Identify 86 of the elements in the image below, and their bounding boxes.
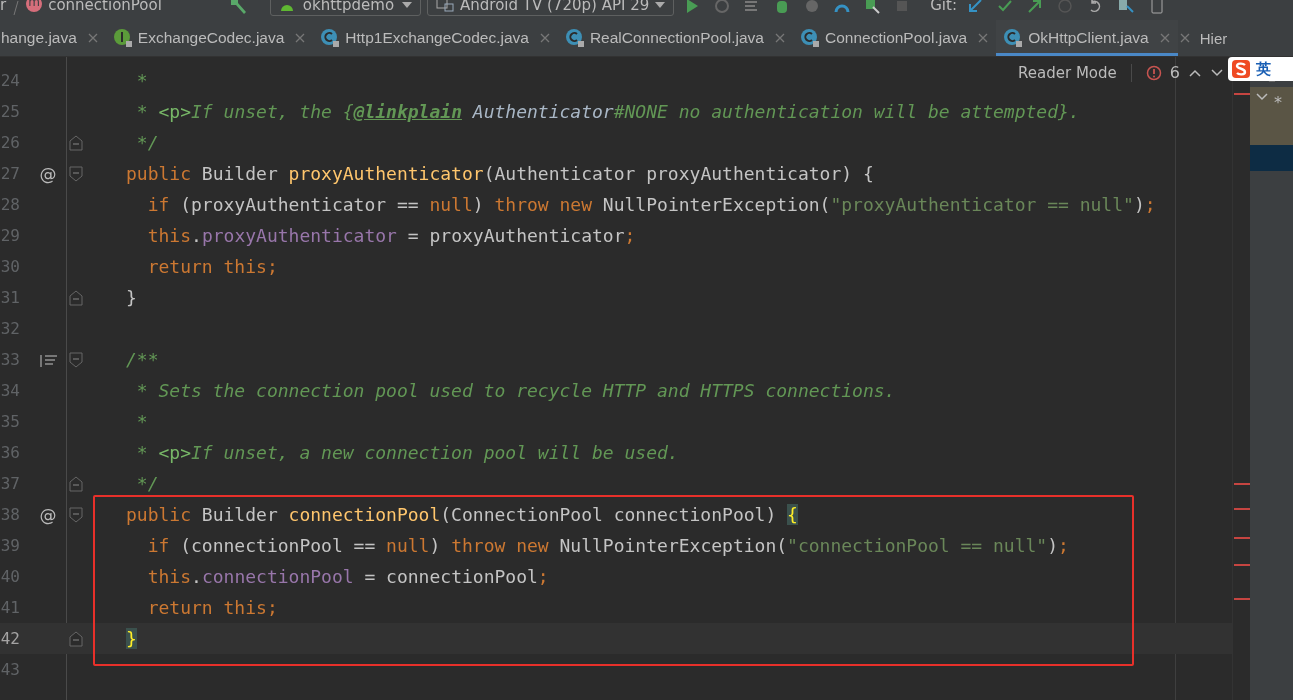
fold-icon[interactable] bbox=[69, 134, 83, 151]
code-line: * bbox=[135, 411, 148, 432]
check-icon[interactable] bbox=[996, 0, 1013, 14]
code-line: * <p>If unset, the {@linkplain Authenticator#NONE no authentication will be attempted}. bbox=[135, 101, 1080, 122]
editor-tab[interactable]: ExchangeCodec.java bbox=[105, 20, 314, 56]
line-number: 31 bbox=[0, 288, 20, 307]
close-icon[interactable] bbox=[978, 33, 989, 43]
close-icon[interactable] bbox=[295, 33, 306, 43]
close-icon[interactable] bbox=[539, 33, 550, 43]
error-count[interactable]: 6 bbox=[1169, 63, 1180, 82]
code-line: if (proxyAuthenticator == null) throw new NullPointerException("proxyAuthenticator == null"); bbox=[146, 194, 1156, 215]
sogou-s-icon bbox=[1232, 60, 1250, 78]
code-line: this.connectionPool = connectionPool; bbox=[146, 566, 549, 587]
editor-tab[interactable]: Http1ExchangeCodec.java bbox=[313, 20, 558, 56]
push-arrow-icon[interactable] bbox=[1026, 0, 1043, 14]
line-number: 29 bbox=[0, 226, 20, 245]
chevron-down-icon bbox=[1256, 93, 1268, 101]
line-number: 41 bbox=[0, 598, 20, 617]
code-line: /** bbox=[126, 349, 159, 370]
interface-icon bbox=[112, 28, 133, 48]
editor-tab[interactable]: ConnectionPool.java bbox=[792, 20, 997, 56]
error-icon bbox=[1145, 64, 1162, 81]
line-number: 25 bbox=[0, 102, 20, 121]
fold-icon[interactable] bbox=[69, 475, 83, 492]
apply-changes-icon[interactable] bbox=[864, 0, 881, 14]
caret-icon bbox=[655, 2, 666, 8]
code-editor[interactable] bbox=[0, 57, 1232, 700]
line-number: 34 bbox=[0, 381, 20, 400]
class-icon bbox=[1003, 28, 1024, 48]
line-number: 40 bbox=[0, 567, 20, 586]
close-icon[interactable] bbox=[774, 33, 785, 43]
panel-title[interactable]: Hier bbox=[1199, 29, 1228, 47]
code-line: return this; bbox=[146, 597, 278, 618]
line-number: 24 bbox=[0, 71, 20, 90]
override-marker[interactable]: @ bbox=[39, 504, 57, 525]
line-number: 28 bbox=[0, 195, 20, 214]
line-number: 39 bbox=[0, 536, 20, 555]
selection-bar bbox=[1250, 145, 1293, 171]
fold-icon[interactable] bbox=[69, 506, 83, 523]
close-icon[interactable] bbox=[1159, 33, 1170, 43]
close-icon[interactable] bbox=[87, 33, 98, 43]
class-icon bbox=[799, 28, 820, 48]
line-number: 27 bbox=[0, 164, 20, 183]
code-line: * Sets the connection pool used to recycle HTTP and HTTPS connections. bbox=[135, 380, 896, 401]
line-number: 36 bbox=[0, 443, 20, 462]
caret-icon bbox=[402, 2, 413, 8]
method-badge: m bbox=[26, 0, 43, 12]
line-number: 32 bbox=[0, 319, 20, 338]
input-method-widget[interactable]: 英 bbox=[1228, 57, 1293, 81]
line-number: 37 bbox=[0, 474, 20, 493]
code-line: public Builder connectionPool(ConnectionPool connectionPool) { bbox=[126, 504, 798, 525]
class-icon bbox=[320, 28, 341, 48]
code-line: * <p>If unset, a new connection pool will be used. bbox=[135, 442, 679, 463]
devices-icon bbox=[436, 0, 455, 12]
code-line: * bbox=[135, 70, 148, 91]
reader-mode-link[interactable]: Reader Mode bbox=[1018, 63, 1117, 82]
line-number: 26 bbox=[0, 133, 20, 152]
editor-tab[interactable]: hange.java bbox=[0, 20, 106, 56]
override-marker[interactable]: @ bbox=[39, 163, 57, 184]
fold-icon[interactable] bbox=[69, 289, 83, 306]
code-line: */ bbox=[135, 473, 159, 494]
line-number: 42 bbox=[0, 629, 20, 648]
chevron-down-icon[interactable] bbox=[1210, 67, 1224, 78]
line-number: 30 bbox=[0, 257, 20, 276]
code-line: */ bbox=[135, 132, 159, 153]
code-line: if (connectionPool == null) throw new NullPointerException("connectionPool == null"); bbox=[146, 535, 1069, 556]
line-number: 33 bbox=[0, 350, 20, 369]
code-line: } bbox=[126, 287, 137, 308]
class-icon bbox=[564, 28, 585, 48]
fold-icon[interactable] bbox=[69, 165, 83, 182]
fold-icon[interactable] bbox=[69, 630, 83, 647]
editor-tab[interactable]: OkHttpClient.java bbox=[996, 20, 1178, 56]
line-number: 35 bbox=[0, 412, 20, 431]
code-line: this.proxyAuthenticator = proxyAuthenticator; bbox=[146, 225, 636, 246]
line-number: 38 bbox=[0, 505, 20, 524]
code-line: return this; bbox=[146, 256, 278, 277]
panel-row[interactable]: * bbox=[1250, 87, 1293, 145]
chevron-up-icon[interactable] bbox=[1188, 67, 1202, 78]
update-arrow-icon[interactable] bbox=[966, 0, 983, 14]
code-line: public Builder proxyAuthenticator(Authenticator proxyAuthenticator) { bbox=[126, 163, 874, 184]
breadcrumb-separator-icon bbox=[12, 0, 21, 16]
fold-icon[interactable] bbox=[69, 351, 83, 368]
breadcrumb-item[interactable]: r bbox=[0, 0, 7, 14]
close-icon[interactable] bbox=[1179, 33, 1190, 43]
editor-tab[interactable]: RealConnectionPool.java bbox=[557, 20, 793, 56]
line-number: 43 bbox=[0, 660, 20, 679]
